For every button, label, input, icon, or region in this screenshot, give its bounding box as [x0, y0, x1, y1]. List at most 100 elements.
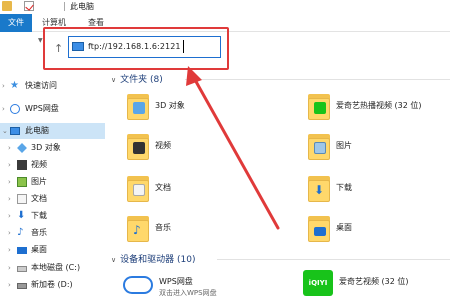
sidebar-item-label: 此电脑 [25, 126, 49, 135]
section-header-folders[interactable]: ∨ 文件夹 (8) [111, 72, 163, 86]
content-pane: ∨ 文件夹 (8) 3D 对象 视频 文档 ♪ 音乐 爱奇艺热播视频 (32 位… [105, 70, 450, 300]
folder-label: 音乐 [155, 223, 171, 232]
sidebar-item-label: 视频 [31, 160, 47, 169]
folder-item-desktop[interactable]: 桌面 [308, 214, 450, 252]
sidebar-item-label: 图片 [31, 177, 47, 186]
folder-label: 3D 对象 [155, 101, 185, 110]
picture-folder-icon [308, 132, 332, 162]
sidebar-item-documents[interactable]: › 文档 [0, 191, 105, 207]
section-title: 设备和驱动器 (10) [120, 255, 196, 265]
section-header-devices[interactable]: ∨ 设备和驱动器 (10) [111, 252, 195, 266]
folder-item-videos[interactable]: 视频 [127, 132, 287, 170]
device-label: 爱奇艺视频 (32 位) [339, 277, 409, 286]
properties-check-icon[interactable] [24, 1, 34, 11]
chevron-right-icon[interactable]: › [2, 101, 5, 117]
device-description: 双击进入WPS网盘 [159, 289, 217, 297]
star-icon: ★ [10, 80, 19, 91]
folder-label: 桌面 [336, 223, 352, 232]
chevron-down-icon[interactable]: ∨ [111, 256, 116, 264]
sidebar-item-3d-objects[interactable]: › 3D 对象 [0, 140, 105, 156]
chevron-right-icon[interactable]: › [8, 191, 11, 207]
video-icon [17, 160, 27, 170]
folder-icon [2, 1, 12, 11]
section-title: 文件夹 (8) [120, 75, 163, 85]
pc-icon [10, 127, 20, 135]
wps-cloud-icon [123, 272, 153, 296]
sidebar-item-label: WPS网盘 [25, 104, 59, 113]
sidebar-item-label: 3D 对象 [31, 143, 61, 152]
divider [64, 2, 65, 11]
drive-icon [17, 266, 27, 272]
folder-label: 图片 [336, 141, 352, 150]
cube-folder-icon [127, 92, 151, 122]
navigation-pane: › ★ 快速访问 › WPS网盘 ⌄ 此电脑 › 3D 对象 › 视频 › 图片… [0, 70, 105, 300]
chevron-right-icon[interactable]: › [8, 242, 11, 258]
download-icon: ⬇ [17, 210, 26, 221]
iqiyi-folder-icon [308, 92, 332, 122]
address-bar[interactable]: ftp://192.168.1.6:2121 [68, 36, 221, 58]
up-arrow-icon[interactable]: ↑ [54, 42, 63, 55]
video-folder-icon [127, 132, 151, 162]
music-folder-icon: ♪ [127, 214, 151, 244]
document-icon [17, 194, 27, 204]
chevron-right-icon[interactable]: › [2, 78, 5, 94]
sidebar-item-pictures[interactable]: › 图片 [0, 174, 105, 190]
folder-item-3d-objects[interactable]: 3D 对象 [127, 92, 287, 130]
chevron-right-icon[interactable]: › [8, 277, 11, 293]
sidebar-item-drive-d[interactable]: › 新加卷 (D:) [0, 277, 105, 293]
folder-item-pictures[interactable]: 图片 [308, 132, 450, 170]
tab-view[interactable]: 查看 [88, 14, 104, 32]
text-cursor [183, 40, 184, 53]
sidebar-item-music[interactable]: › ♪ 音乐 [0, 225, 105, 241]
chevron-right-icon[interactable]: › [8, 140, 11, 156]
window-title: 此电脑 [70, 2, 94, 11]
folder-item-documents[interactable]: 文档 [127, 174, 287, 212]
folder-label: 爱奇艺热播视频 (32 位) [336, 101, 422, 110]
sidebar-item-videos[interactable]: › 视频 [0, 157, 105, 173]
chevron-right-icon[interactable]: › [8, 157, 11, 173]
sidebar-item-desktop[interactable]: › 桌面 [0, 242, 105, 258]
divider [185, 79, 450, 80]
folder-label: 文档 [155, 183, 171, 192]
download-folder-icon: ⬇ [308, 174, 332, 204]
sidebar-item-label: 快速访问 [25, 81, 57, 90]
sidebar-item-drive-c[interactable]: › 本地磁盘 (C:) [0, 260, 105, 276]
folder-item-iqiyi-videos[interactable]: 爱奇艺热播视频 (32 位) [308, 92, 450, 130]
chevron-right-icon[interactable]: › [8, 208, 11, 224]
device-item-iqiyi[interactable]: iQIYI 爱奇艺视频 (32 位) [303, 270, 450, 300]
title-bar: 此电脑 [0, 0, 450, 14]
picture-icon [17, 177, 27, 187]
folder-item-music[interactable]: ♪ 音乐 [127, 214, 287, 252]
folder-label: 视频 [155, 141, 171, 150]
chevron-down-icon[interactable]: ⌄ [2, 123, 8, 139]
sidebar-item-quick-access[interactable]: › ★ 快速访问 [0, 78, 105, 94]
recent-locations-icon[interactable]: ▼ [38, 37, 43, 44]
ribbon-tabs: 文件 计算机 查看 [0, 14, 450, 32]
address-input[interactable]: ftp://192.168.1.6:2121 [88, 42, 181, 51]
desktop-folder-icon [308, 214, 332, 244]
sidebar-item-label: 新加卷 (D:) [31, 280, 73, 289]
sidebar-item-downloads[interactable]: › ⬇ 下载 [0, 208, 105, 224]
drive-icon [17, 283, 27, 289]
sidebar-item-this-pc[interactable]: ⌄ 此电脑 [0, 123, 105, 139]
iqiyi-icon: iQIYI [303, 270, 333, 296]
pc-icon [72, 42, 84, 51]
sidebar-item-label: 本地磁盘 (C:) [31, 263, 81, 272]
device-item-wps-cloud[interactable]: WPS网盘 双击进入WPS网盘 [123, 272, 293, 300]
chevron-down-icon[interactable]: ∨ [111, 76, 116, 84]
chevron-right-icon[interactable]: › [8, 174, 11, 190]
folder-item-downloads[interactable]: ⬇ 下载 [308, 174, 450, 212]
tab-file[interactable]: 文件 [0, 14, 32, 32]
desktop-icon [17, 247, 27, 254]
chevron-right-icon[interactable]: › [8, 260, 11, 276]
sidebar-item-label: 桌面 [31, 245, 47, 254]
cube-icon [17, 143, 27, 153]
sidebar-item-label: 音乐 [31, 228, 47, 237]
tab-computer[interactable]: 计算机 [42, 14, 66, 32]
sidebar-item-wps-cloud[interactable]: › WPS网盘 [0, 101, 105, 117]
chevron-right-icon[interactable]: › [8, 225, 11, 241]
music-icon: ♪ [17, 227, 24, 238]
document-folder-icon [127, 174, 151, 204]
sidebar-item-label: 文档 [31, 194, 47, 203]
device-label: WPS网盘 [159, 277, 193, 286]
